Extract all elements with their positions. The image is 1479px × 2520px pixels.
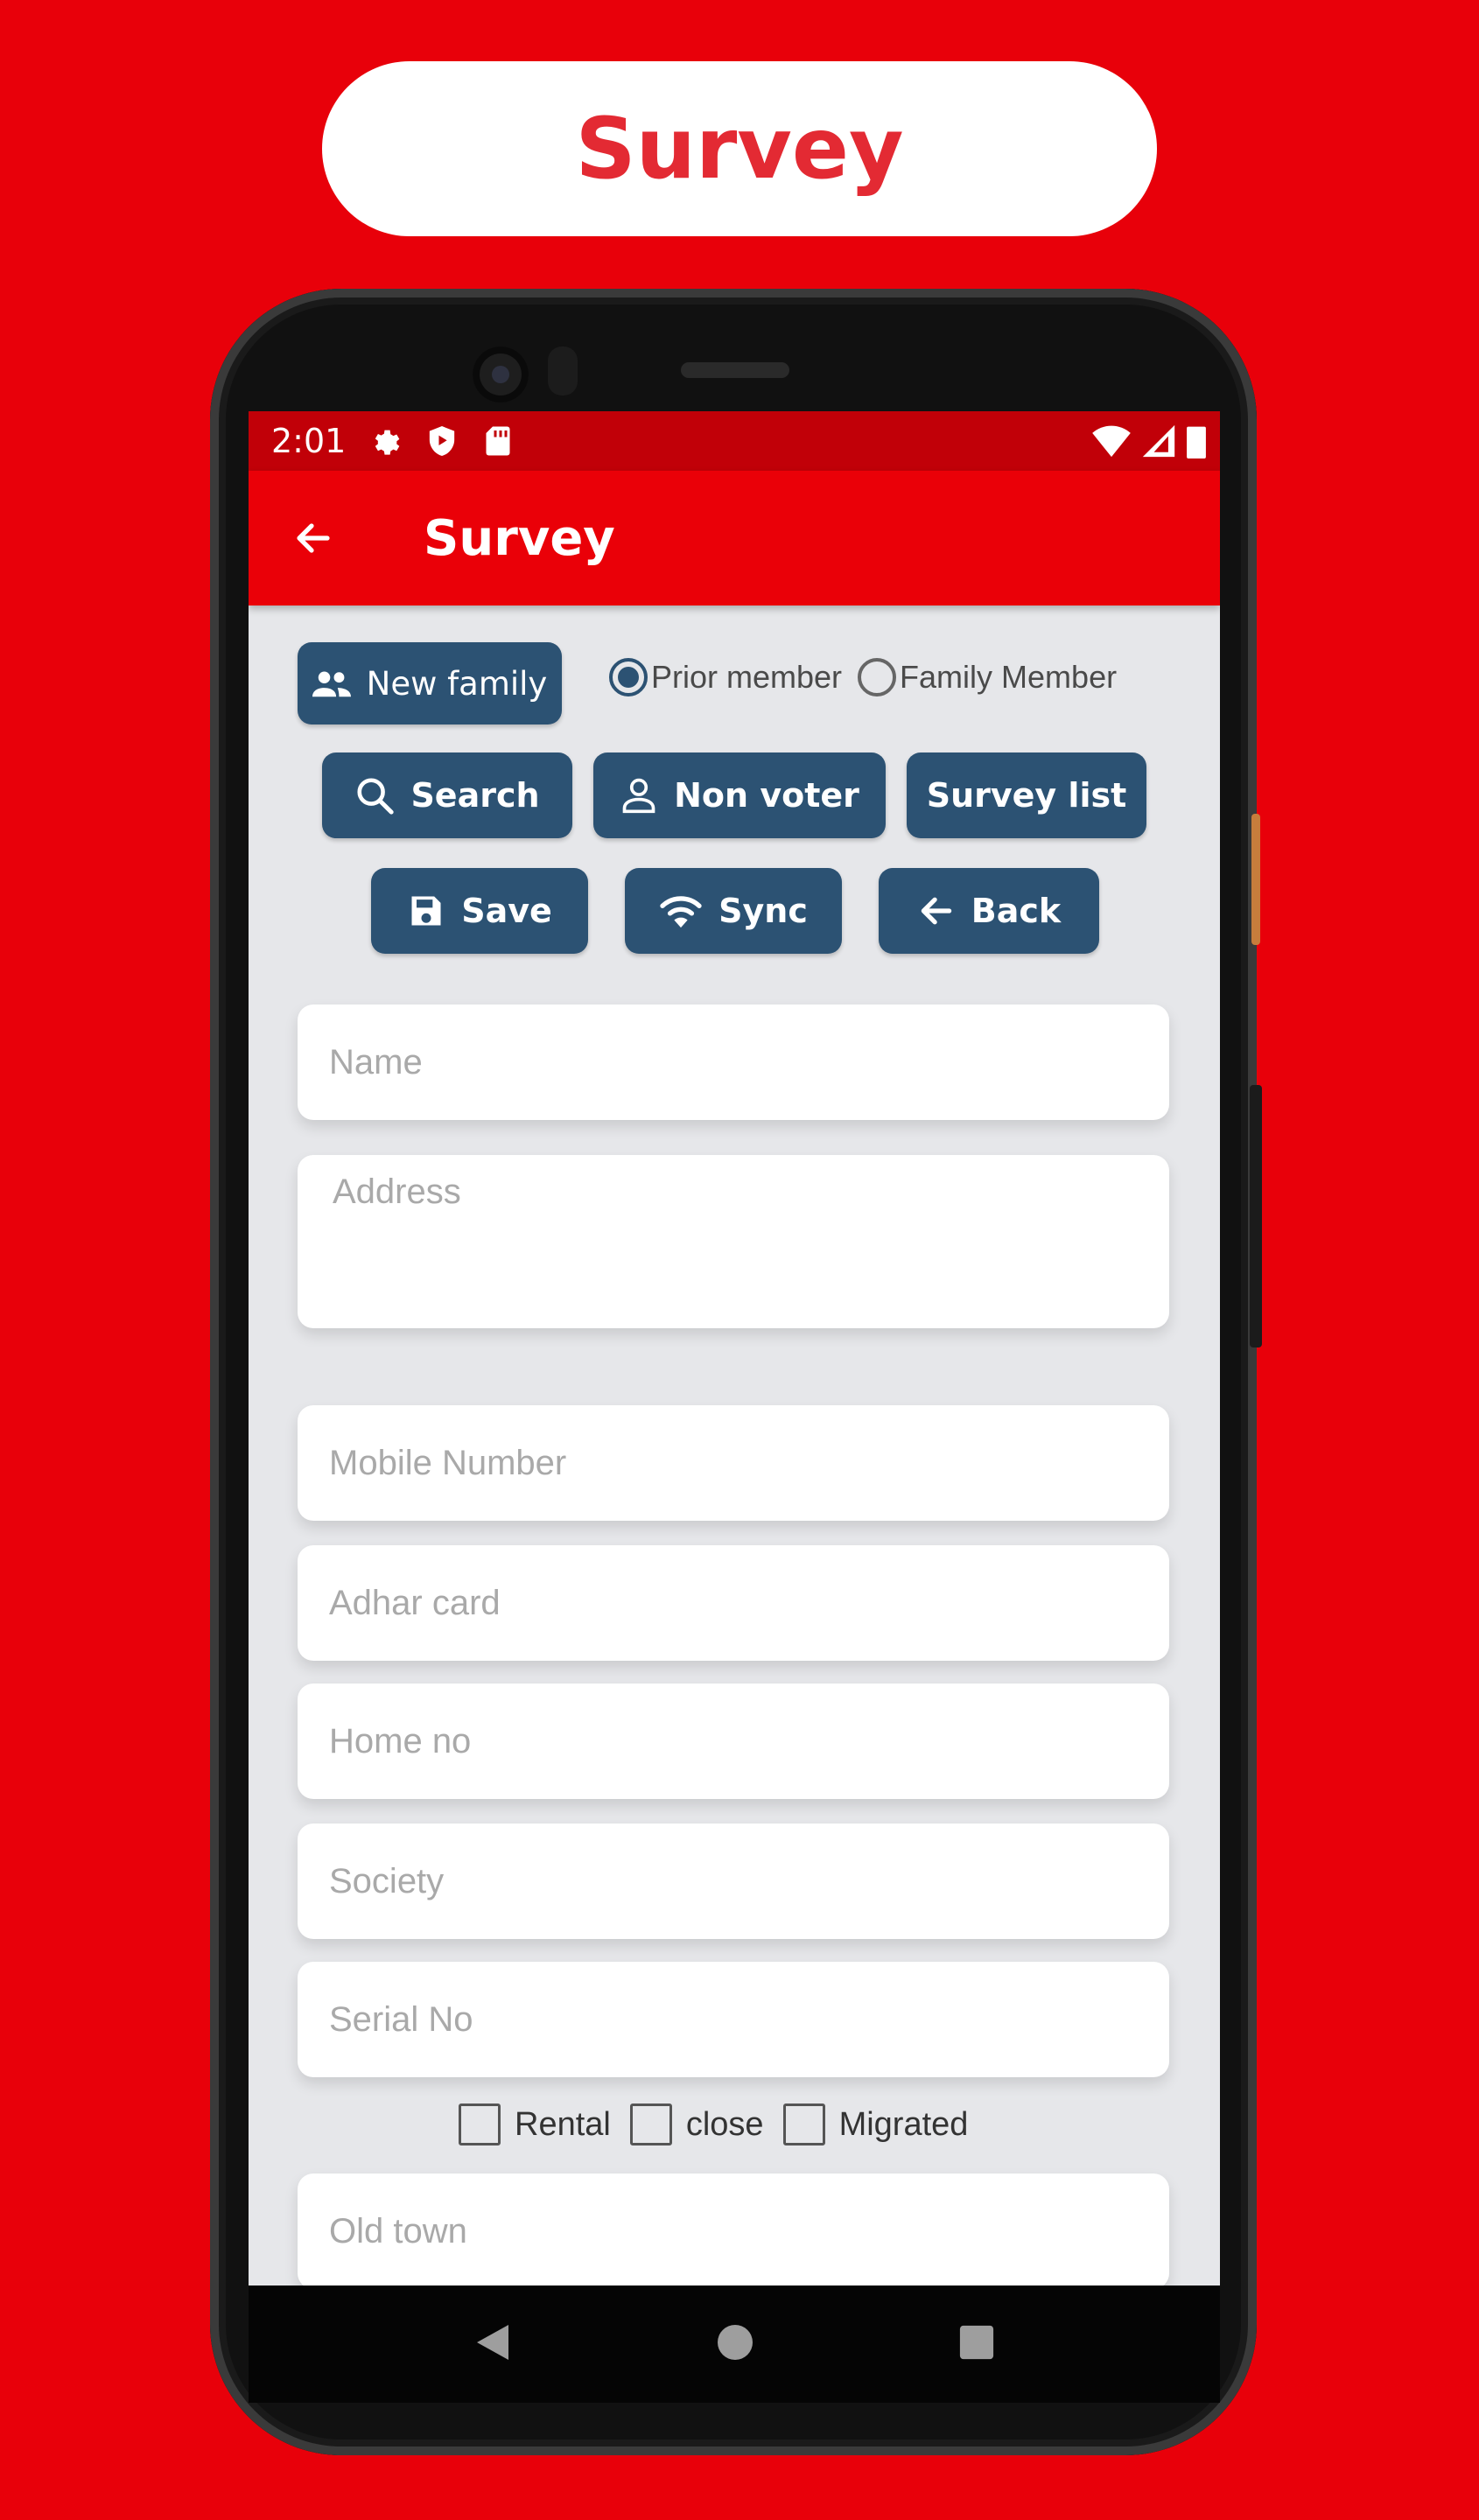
wifi-signal-icon <box>1092 424 1131 463</box>
back-arrow-icon[interactable] <box>249 471 345 606</box>
home-no-input[interactable]: Home no <box>298 1684 1169 1799</box>
family-member-radio[interactable]: Family Member <box>858 658 1117 696</box>
status-bar: 2:01 <box>249 411 1220 471</box>
nav-back-icon[interactable] <box>473 2321 512 2368</box>
earpiece-speaker <box>681 362 789 378</box>
mobile-number-placeholder: Mobile Number <box>329 1443 567 1482</box>
serial-no-input[interactable]: Serial No <box>298 1962 1169 2077</box>
rental-label: Rental <box>515 2105 611 2143</box>
rental-checkbox[interactable]: Rental <box>459 2104 611 2146</box>
shield-play-icon <box>424 424 459 458</box>
name-placeholder: Name <box>329 1042 423 1082</box>
checkbox-icon <box>459 2104 501 2146</box>
nav-home-icon[interactable] <box>716 2323 754 2366</box>
sd-card-icon <box>480 424 515 458</box>
wifi-icon <box>660 896 702 928</box>
address-placeholder: Address <box>333 1172 461 1211</box>
promo-title-banner: Survey <box>322 61 1157 236</box>
app-screen: 2:01 Survey New family Prior member Fami… <box>249 411 1220 2286</box>
prior-member-label: Prior member <box>651 659 843 695</box>
volume-button <box>1251 814 1260 945</box>
survey-list-button[interactable]: Survey list <box>907 752 1146 838</box>
front-camera <box>473 346 529 402</box>
close-label: close <box>685 2105 764 2143</box>
society-placeholder: Society <box>329 1861 445 1900</box>
cell-signal-icon <box>1141 424 1176 463</box>
back-button[interactable]: Back <box>879 868 1099 954</box>
radio-checked-icon <box>609 658 648 696</box>
home-no-placeholder: Home no <box>329 1721 472 1760</box>
sync-label: Sync <box>718 892 808 930</box>
app-bar: Survey <box>249 471 1220 606</box>
app-bar-title: Survey <box>424 509 615 567</box>
migrated-checkbox[interactable]: Migrated <box>782 2104 969 2146</box>
radio-unchecked-icon <box>858 658 897 696</box>
migrated-label: Migrated <box>838 2105 969 2143</box>
save-button[interactable]: Save <box>371 868 588 954</box>
member-type-radio-group: Prior member Family Member <box>609 658 1117 696</box>
society-input[interactable]: Society <box>298 1824 1169 1939</box>
non-voter-button[interactable]: Non voter <box>593 752 886 838</box>
adhar-card-input[interactable]: Adhar card <box>298 1545 1169 1661</box>
non-voter-label: Non voter <box>674 776 859 815</box>
search-button[interactable]: Search <box>322 752 572 838</box>
mobile-number-input[interactable]: Mobile Number <box>298 1405 1169 1521</box>
search-icon <box>357 778 395 815</box>
family-member-label: Family Member <box>900 659 1118 695</box>
checkbox-icon <box>782 2104 825 2146</box>
status-checkbox-group: Rental close Migrated <box>459 2104 987 2146</box>
serial-no-placeholder: Serial No <box>329 1999 473 2039</box>
old-town-placeholder: Old town <box>329 2211 467 2250</box>
checkbox-icon <box>629 2104 672 2146</box>
new-family-button[interactable]: New family <box>298 642 562 724</box>
battery-icon <box>1187 424 1206 463</box>
people-icon <box>312 671 351 697</box>
survey-list-label: Survey list <box>926 776 1127 815</box>
nav-recents-icon[interactable] <box>958 2324 995 2365</box>
name-input[interactable]: Name <box>298 1004 1169 1120</box>
proximity-sensor <box>548 346 578 396</box>
power-button <box>1250 1085 1262 1348</box>
save-label: Save <box>461 892 552 930</box>
system-nav-bar <box>249 2286 1220 2403</box>
promo-title: Survey <box>575 100 904 198</box>
settings-gear-icon <box>368 424 403 458</box>
address-input[interactable]: Address <box>298 1155 1169 1328</box>
close-checkbox[interactable]: close <box>629 2104 764 2146</box>
old-town-input[interactable]: Old town <box>298 2174 1169 2286</box>
search-label: Search <box>410 776 540 815</box>
save-floppy-icon <box>411 896 441 926</box>
arrow-left-icon <box>921 897 952 925</box>
sync-button[interactable]: Sync <box>625 868 842 954</box>
adhar-card-placeholder: Adhar card <box>329 1583 501 1622</box>
person-outline-icon <box>622 778 655 814</box>
prior-member-radio[interactable]: Prior member <box>609 658 842 696</box>
status-time: 2:01 <box>271 422 347 460</box>
back-label: Back <box>971 892 1062 930</box>
new-family-label: New family <box>366 664 548 703</box>
